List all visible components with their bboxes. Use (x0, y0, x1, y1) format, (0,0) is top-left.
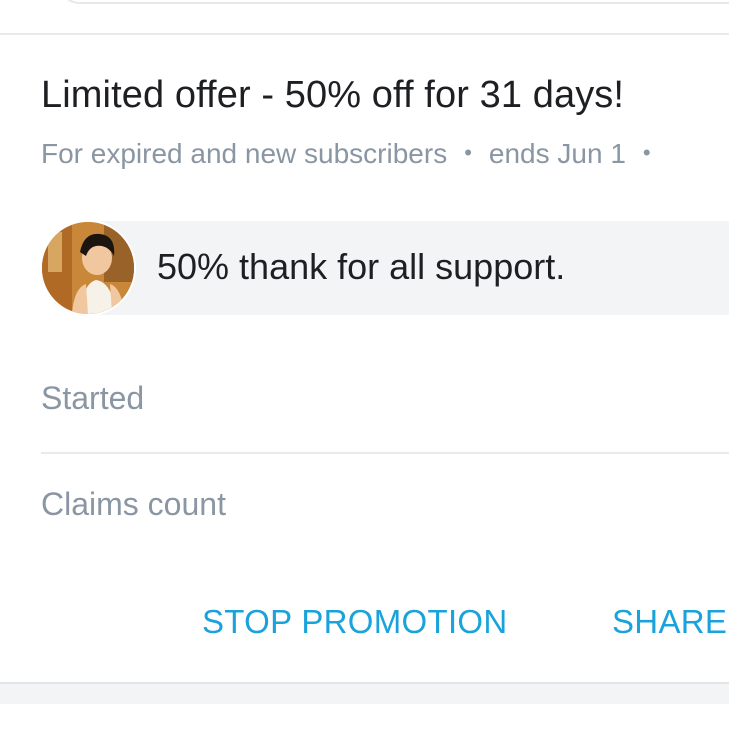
promotion-end-date: ends Jun 1 (488, 138, 626, 169)
meta-separator-trailing: • (642, 140, 651, 165)
section-gap (0, 684, 729, 704)
field-divider (41, 452, 729, 454)
stop-promotion-button[interactable]: STOP PROMOTION (202, 603, 508, 641)
promotion-title: Limited offer - 50% off for 31 days! (41, 74, 625, 116)
promotion-screen: Limited offer - 50% off for 31 days! For… (0, 0, 729, 746)
meta-separator: • (464, 140, 472, 165)
avatar[interactable] (40, 220, 136, 316)
promotion-message: 50% thank for all support. (157, 246, 566, 287)
promotion-audience: For expired and new subscribers (41, 138, 448, 169)
avatar-photo (42, 222, 134, 314)
promotion-meta: For expired and new subscribers • ends Jun… (41, 138, 668, 170)
top-input-field-edge[interactable] (58, 0, 729, 4)
share-button[interactable]: SHARE (612, 603, 727, 641)
top-divider (0, 33, 729, 35)
started-label: Started (41, 380, 145, 416)
promotion-message-row: 50% thank for all support. (40, 220, 729, 316)
next-section-edge (0, 704, 729, 746)
claims-count-label: Claims count (41, 486, 226, 522)
